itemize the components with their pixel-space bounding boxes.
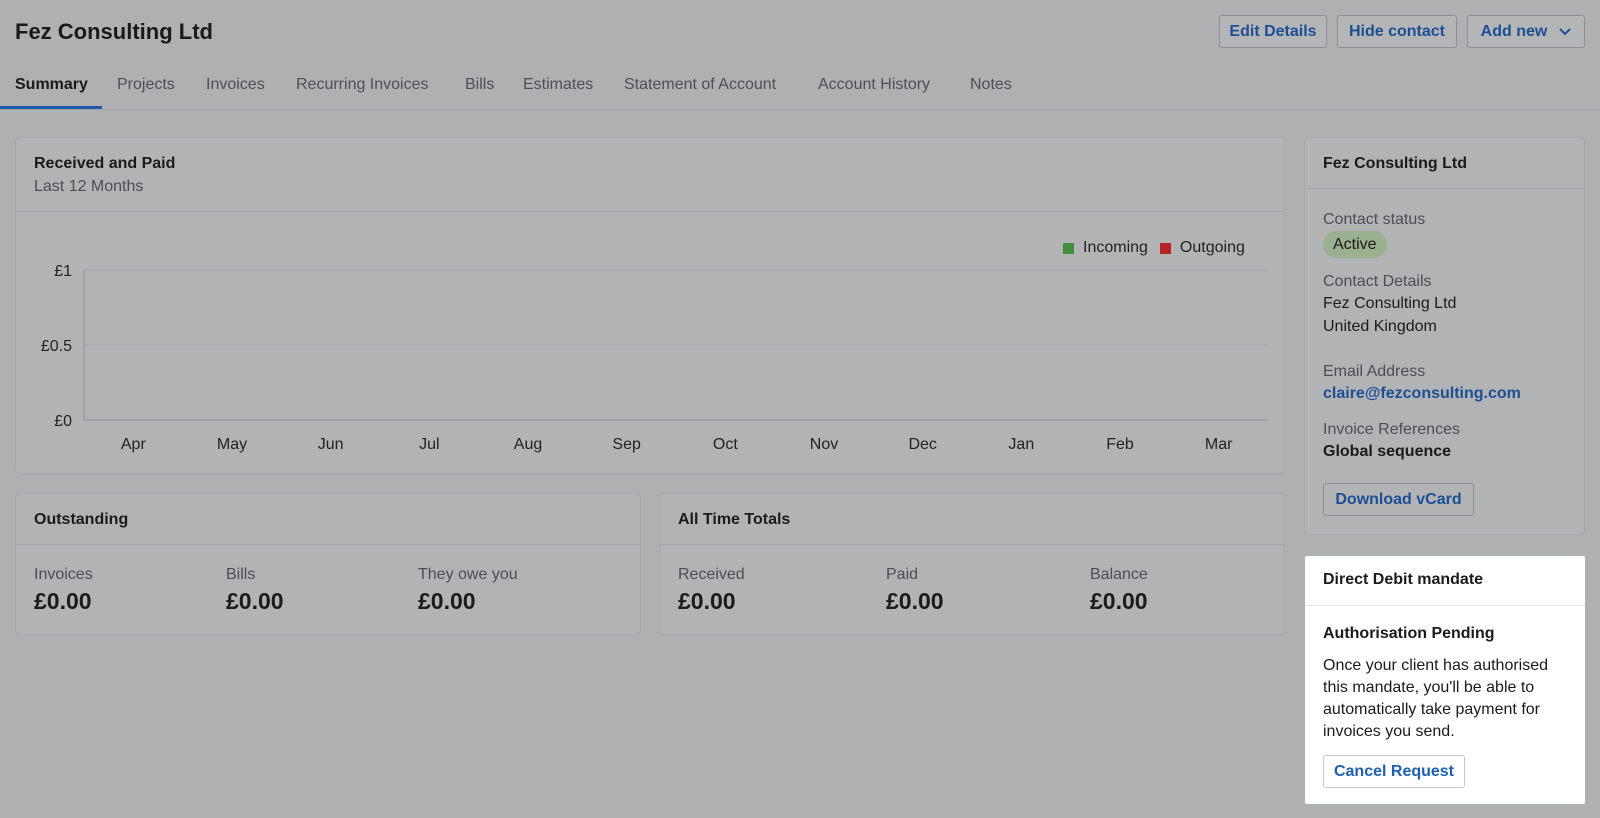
tab-account-history[interactable]: Account History: [818, 76, 930, 94]
they-owe-you-value: £0.00: [418, 588, 476, 614]
direct-debit-text-line4: invoices you send.: [1323, 723, 1455, 740]
add-new-button[interactable]: Add new: [1467, 15, 1585, 48]
contact-card: Fez Consulting Ltd Contact status Active…: [1304, 137, 1585, 535]
x-tick-label: Dec: [908, 436, 936, 453]
y-tick-label: £0: [54, 413, 72, 430]
contact-status-label: Contact status: [1323, 211, 1426, 228]
email-address-label: Email Address: [1323, 363, 1426, 380]
balance-value: £0.00: [1090, 588, 1148, 614]
add-new-label: Add new: [1480, 22, 1548, 40]
tab-projects[interactable]: Projects: [117, 76, 175, 94]
email-link[interactable]: claire@fezconsulting.com: [1323, 385, 1521, 403]
direct-debit-text-line3: automatically take payment for: [1323, 701, 1540, 718]
download-vcard-button[interactable]: Download vCard: [1323, 483, 1474, 516]
page-title: Fez Consulting Ltd: [15, 19, 213, 44]
received-label: Received: [678, 566, 745, 583]
totals-title: All Time Totals: [678, 511, 791, 528]
outstanding-invoices-label: Invoices: [34, 566, 93, 583]
tab-notes[interactable]: Notes: [970, 76, 1012, 94]
x-tick-label: Nov: [810, 436, 838, 453]
paid-value: £0.00: [886, 588, 944, 614]
all-time-totals-card: All Time Totals Received £0.00 Paid £0.0…: [659, 493, 1285, 635]
contact-details-label: Contact Details: [1323, 273, 1432, 290]
outstanding-invoices-value: £0.00: [34, 588, 92, 614]
invoice-references-value: Global sequence: [1323, 443, 1452, 460]
contact-card-title: Fez Consulting Ltd: [1323, 155, 1467, 172]
outstanding-bills-label: Bills: [226, 566, 256, 583]
contact-details-name: Fez Consulting Ltd: [1323, 295, 1457, 312]
tab-summary[interactable]: Summary: [15, 76, 88, 94]
cancel-request-button[interactable]: Cancel Request: [1323, 755, 1465, 788]
x-tick-label: Feb: [1106, 436, 1134, 453]
direct-debit-text-line1: Once your client has authorised: [1323, 657, 1549, 674]
received-paid-card: Received and Paid Last 12 Months Incomin…: [15, 137, 1285, 474]
received-paid-chart: £1 £0.5 £0 Apr May Jun Jul Aug Sep Oct Nov Dec Jan Fe…: [41, 263, 1268, 453]
outstanding-card: Outstanding Invoices £0.00 Bills £0.00 T…: [15, 493, 641, 635]
outstanding-divider: [16, 544, 640, 545]
direct-debit-title: Direct Debit mandate: [1323, 571, 1484, 588]
x-tick-label: Jun: [318, 436, 344, 453]
hide-contact-button[interactable]: Hide contact: [1337, 15, 1457, 48]
they-owe-you-label: They owe you: [418, 566, 518, 583]
direct-debit-text-line2: this mandate, you'll be able to: [1323, 679, 1535, 696]
tab-bills[interactable]: Bills: [465, 76, 494, 94]
x-tick-label: Apr: [121, 436, 147, 453]
x-tick-label: Sep: [612, 436, 641, 453]
outstanding-title: Outstanding: [34, 511, 129, 528]
contact-card-divider: [1305, 188, 1584, 189]
tab-estimates[interactable]: Estimates: [523, 76, 593, 94]
contact-details-country: United Kingdom: [1323, 318, 1437, 335]
x-tick-label: Oct: [713, 436, 738, 453]
status-badge: Active: [1323, 231, 1387, 258]
x-tick-label: Mar: [1205, 436, 1233, 453]
totals-divider: [660, 544, 1284, 545]
x-tick-label: Aug: [514, 436, 542, 453]
authorisation-status: Authorisation Pending: [1323, 625, 1495, 642]
tab-recurring-invoices[interactable]: Recurring Invoices: [296, 76, 429, 94]
direct-debit-card: Direct Debit mandate Authorisation Pendi…: [1305, 556, 1585, 804]
balance-label: Balance: [1090, 566, 1148, 583]
y-tick-label: £0.5: [41, 338, 72, 355]
edit-details-button[interactable]: Edit Details: [1219, 15, 1327, 48]
x-tick-label: May: [217, 436, 247, 453]
tab-bar: Summary Projects Invoices Recurring Invo…: [0, 64, 1600, 110]
chevron-down-icon: [1559, 23, 1572, 41]
y-tick-label: £1: [54, 263, 72, 280]
x-tick-label: Jan: [1008, 436, 1034, 453]
received-value: £0.00: [678, 588, 736, 614]
direct-debit-divider: [1305, 605, 1585, 606]
active-tab-indicator: [0, 106, 102, 109]
tab-statement-of-account[interactable]: Statement of Account: [624, 76, 776, 94]
invoice-references-label: Invoice References: [1323, 421, 1460, 438]
x-tick-label: Jul: [419, 436, 439, 453]
tab-invoices[interactable]: Invoices: [206, 76, 265, 94]
outstanding-bills-value: £0.00: [226, 588, 284, 614]
paid-label: Paid: [886, 566, 919, 583]
